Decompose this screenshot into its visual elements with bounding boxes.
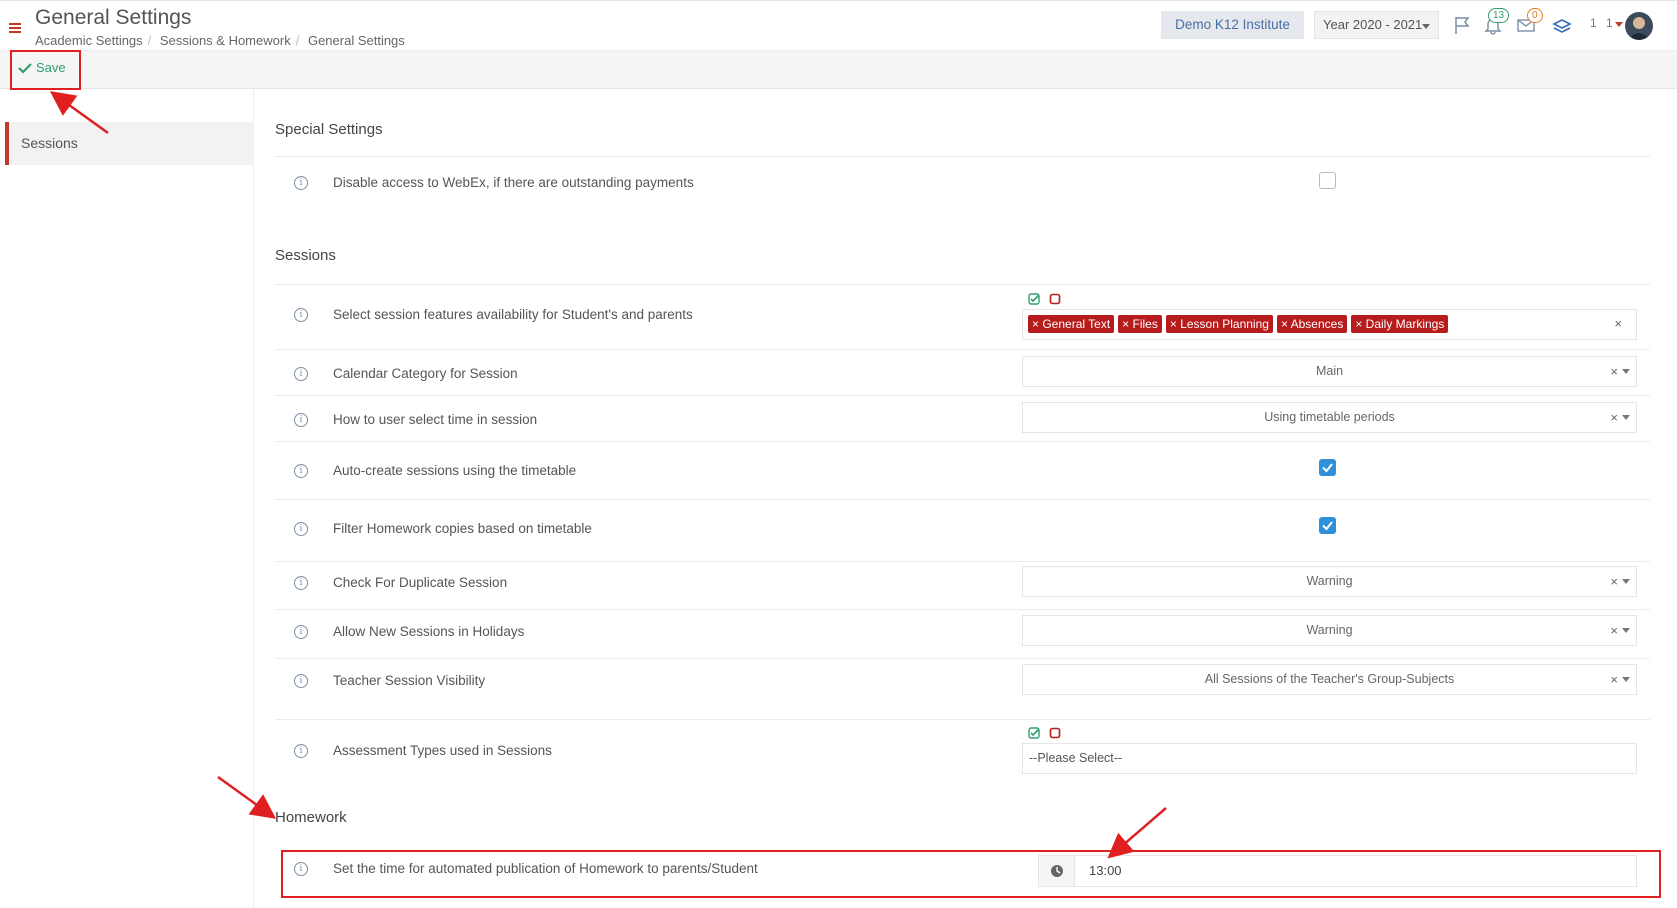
annotation-arrow-homework <box>217 775 277 819</box>
annotation-arrows <box>49 91 1167 859</box>
annotation-arrow-save <box>49 91 109 135</box>
annotation-arrow-time <box>1107 807 1167 859</box>
